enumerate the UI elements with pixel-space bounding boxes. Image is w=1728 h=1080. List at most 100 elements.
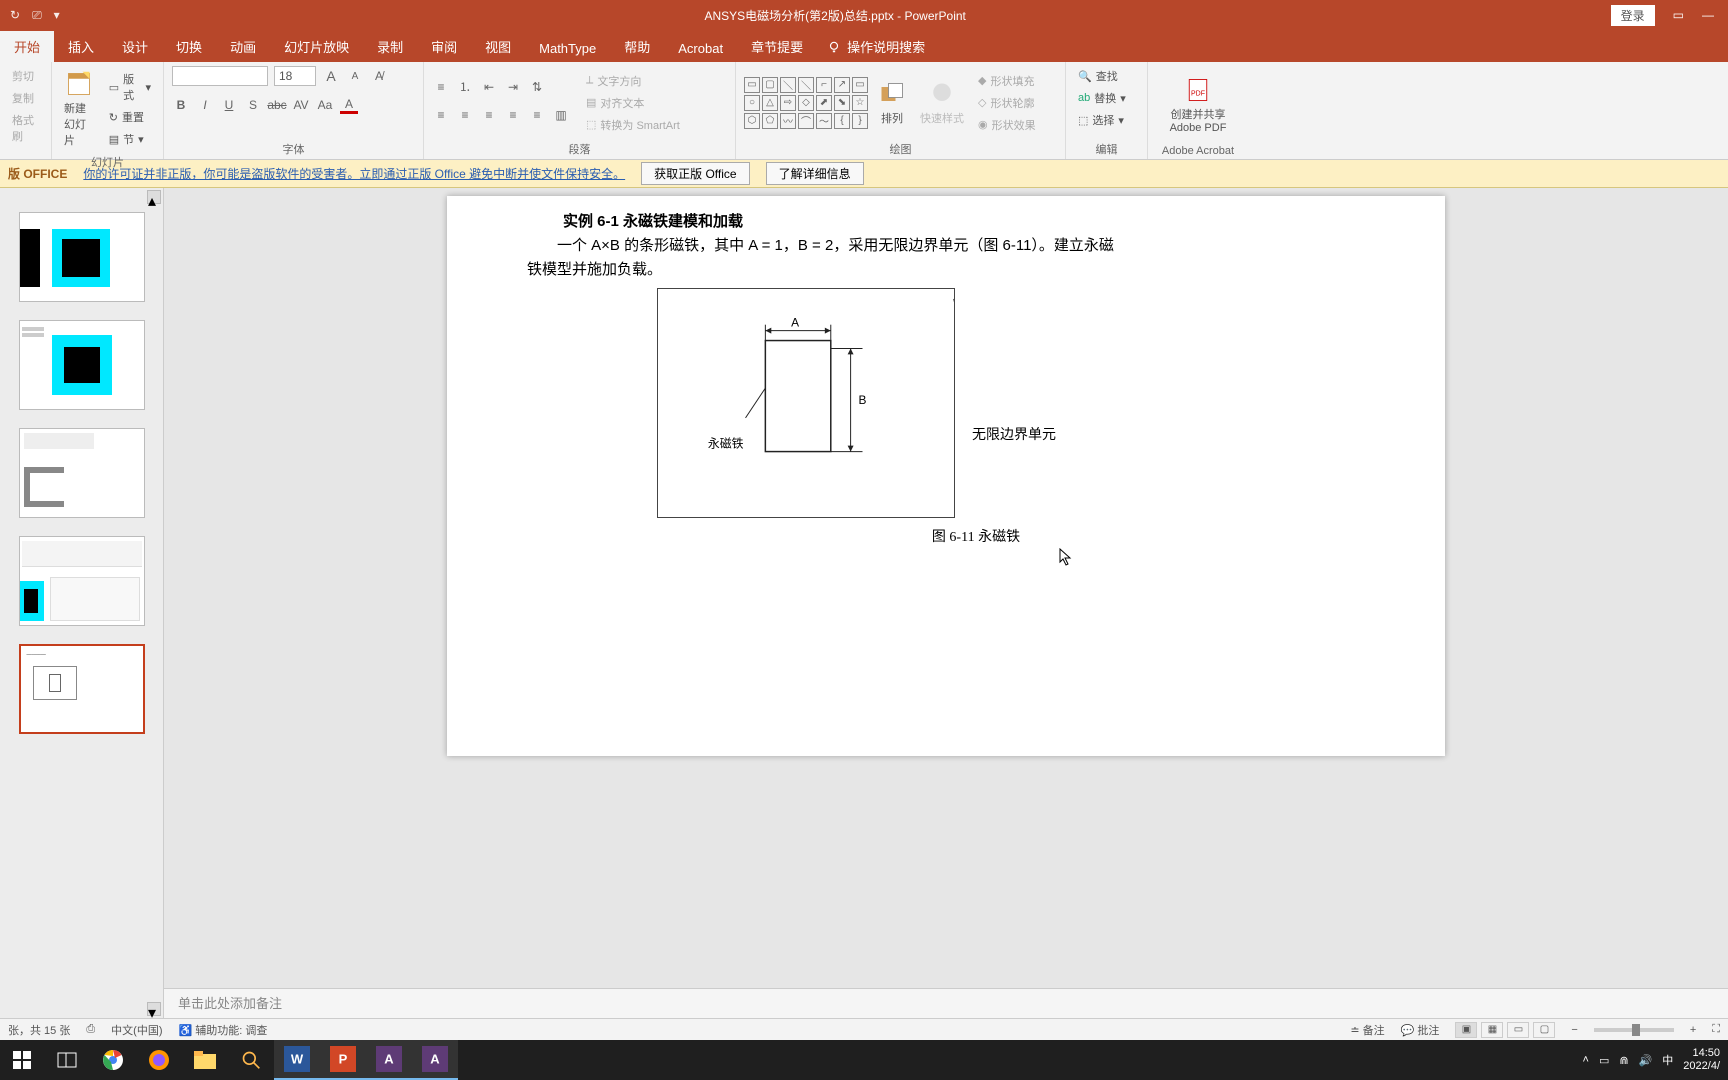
qat-more-icon[interactable]: ▾: [54, 8, 60, 22]
shape-rect2-icon[interactable]: ▭: [852, 77, 868, 93]
line-spacing-button[interactable]: ⇅: [528, 78, 546, 96]
new-slide-button[interactable]: 新建 幻灯片: [60, 66, 99, 152]
align-left-button[interactable]: ≡: [432, 106, 450, 124]
accessibility[interactable]: ♿ 辅助功能: 调查: [179, 1022, 268, 1038]
notes-pane[interactable]: 单击此处添加备注: [164, 988, 1728, 1018]
thumb-slide[interactable]: [19, 428, 145, 518]
shrink-font-icon[interactable]: A: [346, 67, 364, 85]
zoom-in-icon[interactable]: +: [1690, 1024, 1696, 1036]
tab-insert[interactable]: 插入: [54, 31, 108, 62]
tab-view[interactable]: 视图: [471, 31, 525, 62]
shape-rect-icon[interactable]: ▭: [744, 77, 760, 93]
shape-connector-icon[interactable]: ⌐: [816, 77, 832, 93]
shape-effects-button[interactable]: ◉形状效果: [974, 115, 1040, 135]
align-center-button[interactable]: ≡: [456, 106, 474, 124]
shape-brace-l-icon[interactable]: {: [834, 113, 850, 129]
minimize-icon[interactable]: —: [1702, 8, 1714, 22]
tab-animations[interactable]: 动画: [216, 31, 270, 62]
font-family-input[interactable]: [172, 66, 268, 86]
case-button[interactable]: Aa: [316, 96, 334, 114]
shape-arrow3-icon[interactable]: ⬈: [816, 95, 832, 111]
start-button[interactable]: [0, 1040, 44, 1080]
replace-button[interactable]: ab替换▾: [1074, 88, 1130, 108]
slide-canvas[interactable]: 实例 6-1 永磁铁建模和加载 一个 A×B 的条形磁铁，其中 A = 1，B …: [447, 196, 1445, 756]
find-button[interactable]: 🔍查找: [1074, 66, 1122, 86]
login-button[interactable]: 登录: [1611, 5, 1655, 26]
taskbar-powerpoint[interactable]: P: [320, 1040, 366, 1080]
touch-mode-icon[interactable]: ⎚: [32, 8, 42, 23]
shape-wave-icon[interactable]: 〜: [816, 113, 832, 129]
shape-diamond-icon[interactable]: ◇: [798, 95, 814, 111]
layout-button[interactable]: ▭版式▾: [105, 69, 155, 105]
shape-triangle-icon[interactable]: △: [762, 95, 778, 111]
copy-button[interactable]: 复制: [8, 88, 38, 108]
tab-mathtype[interactable]: MathType: [525, 35, 610, 62]
learn-more-button[interactable]: 了解详细信息: [766, 162, 864, 185]
justify-button[interactable]: ≡: [504, 106, 522, 124]
tab-review[interactable]: 审阅: [417, 31, 471, 62]
clear-format-icon[interactable]: A̸: [370, 67, 388, 85]
ribbon-display-icon[interactable]: ▭: [1673, 8, 1684, 22]
tray-battery-icon[interactable]: ▭: [1599, 1054, 1609, 1067]
task-view-icon[interactable]: [44, 1040, 90, 1080]
fit-window-icon[interactable]: ⛶: [1712, 1023, 1720, 1036]
shape-textbox-icon[interactable]: ▢: [762, 77, 778, 93]
shape-line2-icon[interactable]: ＼: [798, 77, 814, 93]
reset-button[interactable]: ↻重置: [105, 107, 155, 127]
align-right-button[interactable]: ≡: [480, 106, 498, 124]
tray-volume-icon[interactable]: 🔊: [1639, 1054, 1653, 1067]
shape-arrow-icon[interactable]: ↗: [834, 77, 850, 93]
thumb-slide[interactable]: [19, 536, 145, 626]
shape-arrow4-icon[interactable]: ⬊: [834, 95, 850, 111]
shape-outline-button[interactable]: ◇形状轮廓: [974, 93, 1040, 113]
taskbar-explorer[interactable]: [182, 1040, 228, 1080]
tab-record[interactable]: 录制: [363, 31, 417, 62]
tab-transitions[interactable]: 切换: [162, 31, 216, 62]
numbering-button[interactable]: ⒈: [456, 78, 474, 96]
italic-button[interactable]: I: [196, 96, 214, 114]
tray-chevron-icon[interactable]: ˄: [1583, 1054, 1589, 1066]
painter-button[interactable]: 格式刷: [8, 110, 43, 146]
normal-view-icon[interactable]: ▣: [1455, 1022, 1477, 1038]
shape-curve-icon[interactable]: 〰: [780, 113, 796, 129]
select-button[interactable]: ⬚选择▾: [1074, 110, 1128, 130]
shape-star-icon[interactable]: ☆: [852, 95, 868, 111]
thumb-slide[interactable]: [19, 320, 145, 410]
tray-clock[interactable]: 14:50 2022/4/: [1683, 1047, 1720, 1073]
tab-home[interactable]: 开始: [0, 31, 54, 62]
shape-brace-r-icon[interactable]: }: [852, 113, 868, 129]
tab-design[interactable]: 设计: [108, 31, 162, 62]
shadow-button[interactable]: S: [244, 96, 262, 114]
font-size-input[interactable]: [274, 66, 316, 86]
grow-font-icon[interactable]: A: [322, 67, 340, 85]
thumb-slide-active[interactable]: ━━━━━━━━: [19, 644, 145, 734]
tray-wifi-icon[interactable]: ⋒: [1619, 1054, 1628, 1067]
bold-button[interactable]: B: [172, 96, 190, 114]
sorter-view-icon[interactable]: ▦: [1481, 1022, 1503, 1038]
tab-help[interactable]: 帮助: [610, 31, 664, 62]
create-pdf-button[interactable]: PDF 创建并共享 Adobe PDF: [1166, 72, 1231, 138]
tell-me-search[interactable]: 操作说明搜索: [817, 31, 935, 62]
taskbar-word[interactable]: W: [274, 1040, 320, 1080]
shape-gallery[interactable]: ▭▢＼＼⌐↗▭ ○△⇨◇⬈⬊☆ ⬡⬠〰⌒〜{}: [744, 77, 868, 129]
tab-chapter[interactable]: 章节提要: [737, 31, 817, 62]
scroll-up-icon[interactable]: ▴: [147, 190, 161, 204]
spacing-button[interactable]: AV: [292, 96, 310, 114]
comments-toggle[interactable]: 💬 批注: [1401, 1022, 1440, 1038]
columns-button[interactable]: ▥: [552, 106, 570, 124]
quickstyle-button[interactable]: 快速样式: [916, 76, 968, 130]
spell-icon[interactable]: ⎙: [86, 1023, 95, 1036]
indent-dec-button[interactable]: ⇤: [480, 78, 498, 96]
shape-line-icon[interactable]: ＼: [780, 77, 796, 93]
notes-toggle[interactable]: ≐ 备注: [1350, 1022, 1384, 1038]
taskbar-ansys1[interactable]: A: [366, 1040, 412, 1080]
reading-view-icon[interactable]: ▭: [1507, 1022, 1529, 1038]
underline-button[interactable]: U: [220, 96, 238, 114]
taskbar-search[interactable]: [228, 1040, 274, 1080]
text-direction-button[interactable]: ⟂文字方向: [582, 71, 684, 91]
indent-inc-button[interactable]: ⇥: [504, 78, 522, 96]
slideshow-view-icon[interactable]: ▢: [1533, 1022, 1555, 1038]
bullets-button[interactable]: ≡: [432, 78, 450, 96]
shape-arrow2-icon[interactable]: ⇨: [780, 95, 796, 111]
get-genuine-button[interactable]: 获取正版 Office: [641, 162, 749, 185]
